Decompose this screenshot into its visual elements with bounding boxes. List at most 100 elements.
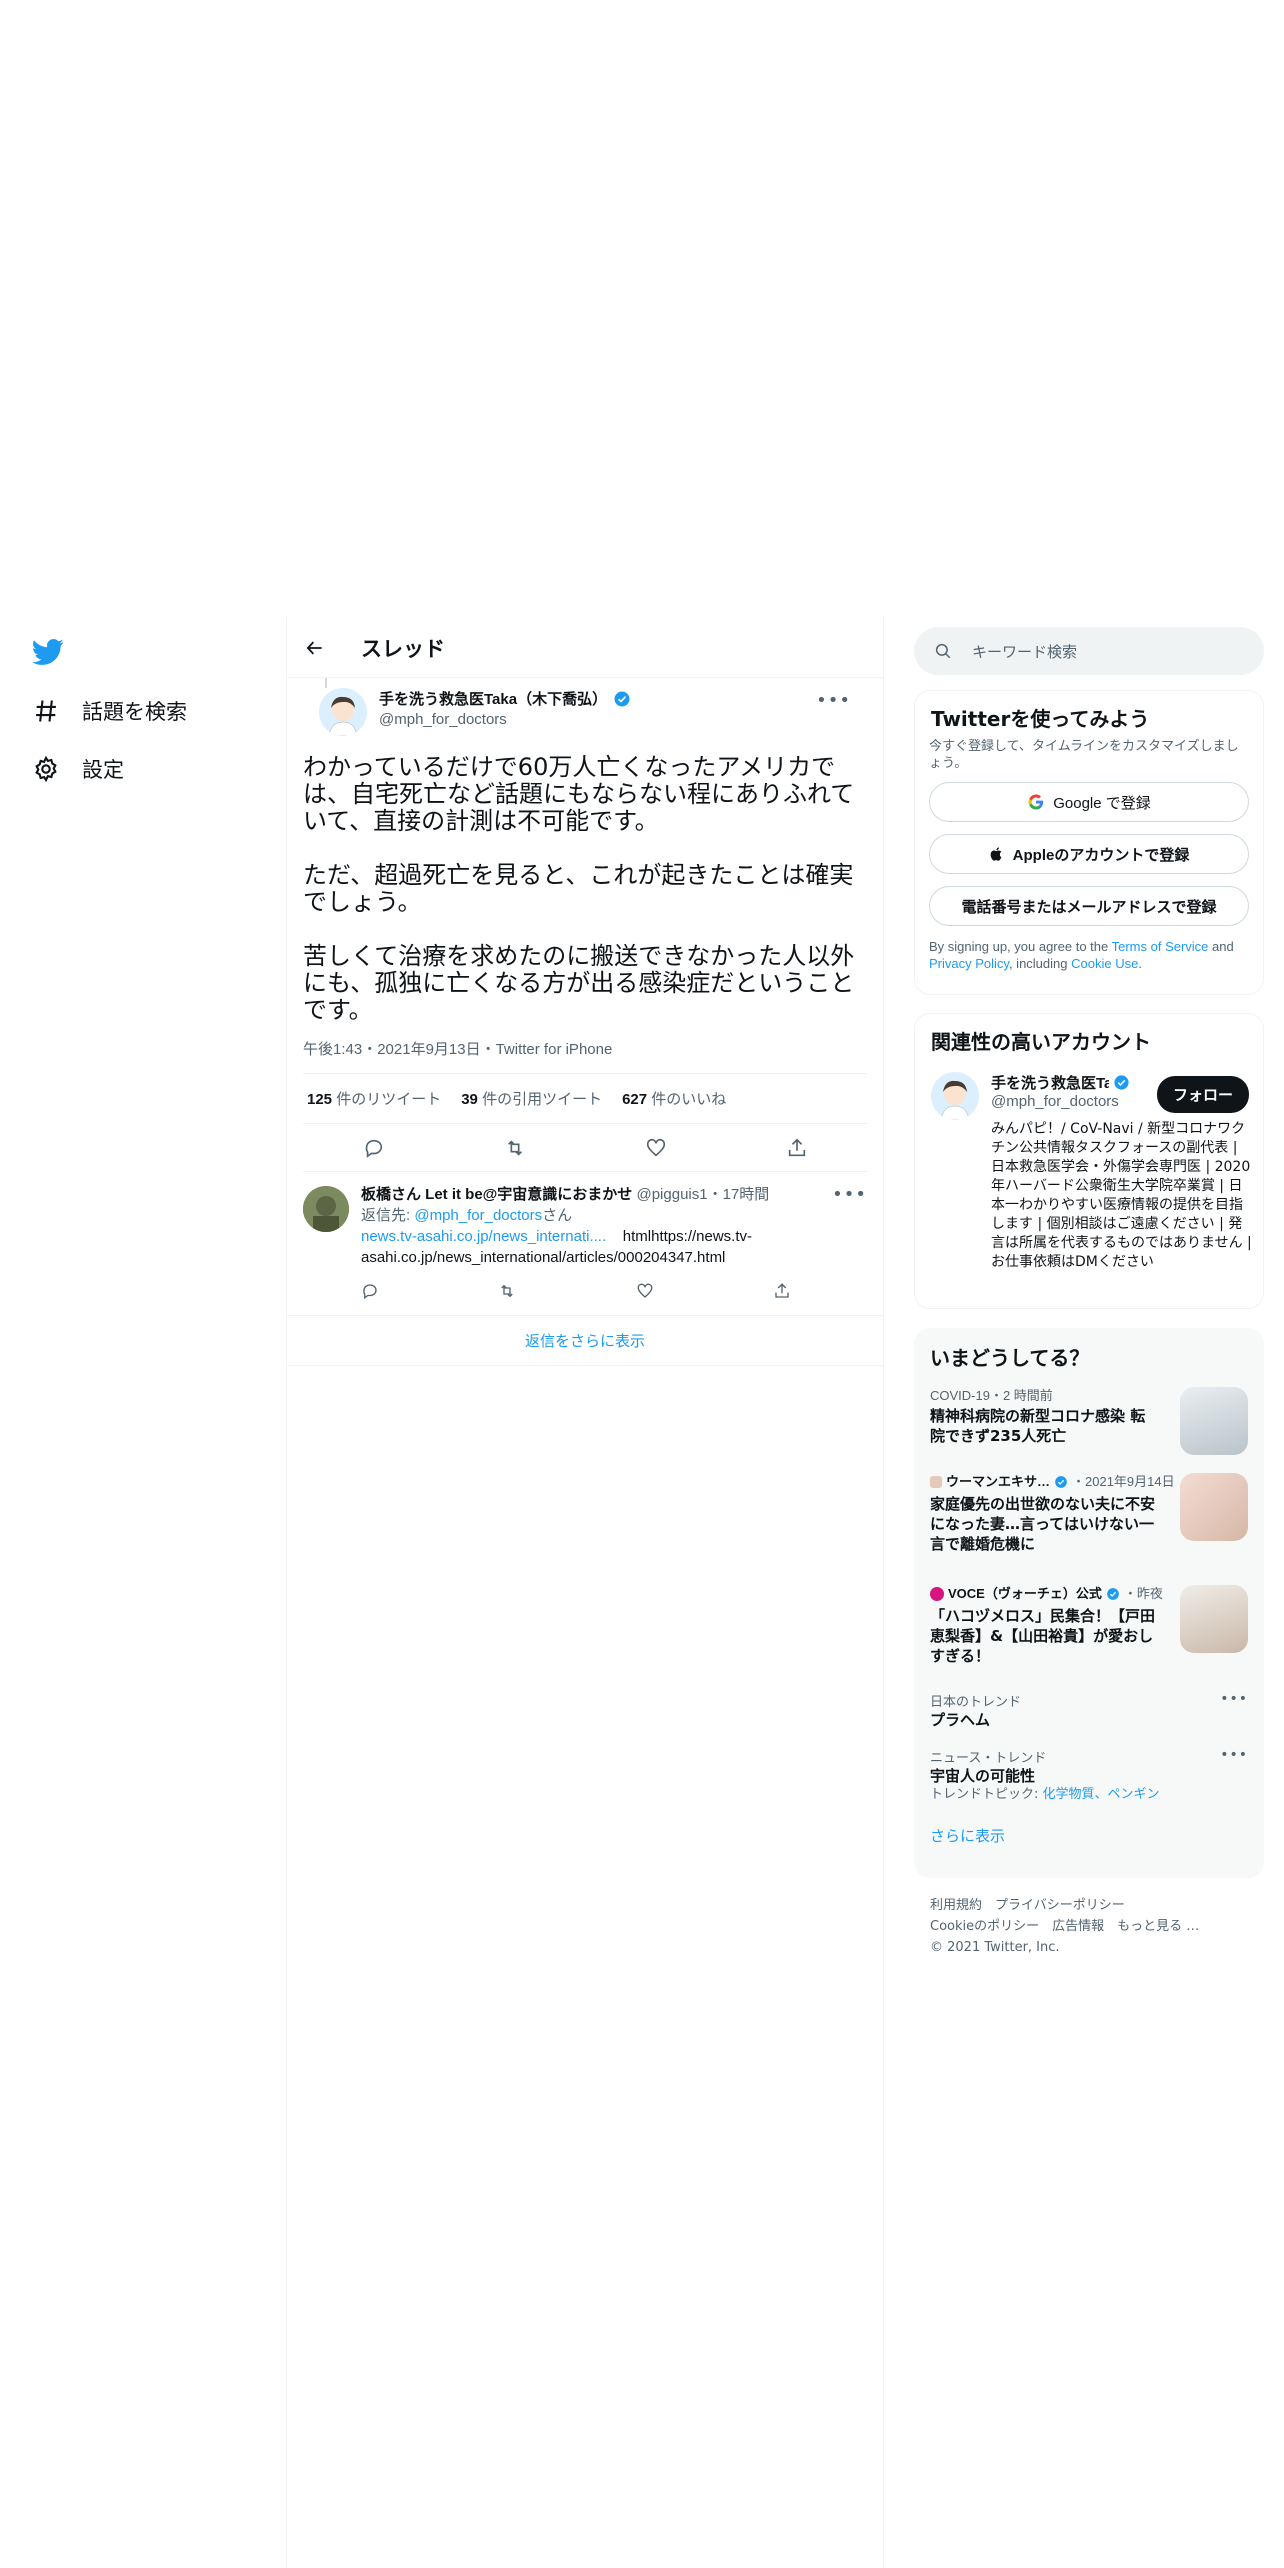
reply-more-options-icon[interactable]: ••• bbox=[832, 1184, 867, 1205]
footer-links-1[interactable]: 利用規約 プライバシーポリシー bbox=[930, 1895, 1250, 1916]
author-avatar[interactable] bbox=[319, 688, 367, 736]
reply-author-handle[interactable]: @pigguis1 bbox=[636, 1186, 707, 1203]
source-logo-icon bbox=[930, 1586, 944, 1601]
trend-more-icon[interactable]: ••• bbox=[1220, 1691, 1248, 1707]
trend-thumbnail bbox=[1180, 1473, 1248, 1541]
trend-topics[interactable]: 化学物質、ペンギン bbox=[1043, 1787, 1160, 1802]
more-options-icon[interactable]: ••• bbox=[816, 690, 851, 711]
retweet-icon[interactable] bbox=[504, 1137, 526, 1159]
follow-button[interactable]: フォロー bbox=[1156, 1076, 1249, 1113]
phone-email-signup-button[interactable]: 電話番号またはメールアドレスで登録 bbox=[929, 886, 1249, 926]
share-icon[interactable] bbox=[773, 1282, 791, 1300]
replying-to-suffix: さん bbox=[542, 1207, 573, 1224]
reply-icon[interactable] bbox=[361, 1282, 379, 1300]
gear-icon bbox=[35, 755, 57, 783]
signup-title: Twitterを使ってみよう bbox=[931, 707, 1150, 731]
reply-link[interactable]: news.tv-asahi.co.jp/news_internati.... bbox=[361, 1228, 606, 1245]
footer-links-2[interactable]: Cookieのポリシー 広告情報 もっと見る … bbox=[930, 1916, 1250, 1937]
signup-subtitle: 今すぐ登録して、タイムラインをカスタマイズしましょう。 bbox=[929, 739, 1239, 771]
nav-settings[interactable]: 設定 bbox=[32, 754, 124, 784]
google-logo-icon bbox=[1028, 794, 1044, 810]
back-arrow-icon[interactable] bbox=[305, 638, 325, 658]
reply-time[interactable]: ・17時間 bbox=[708, 1186, 770, 1203]
trend-item[interactable]: 日本のトレンド プラヘム ••• bbox=[914, 1683, 1264, 1739]
trend-item[interactable]: ウーマンエキサ… ・2021年9月14日 家庭優先の出世欲のない夫に不安になった… bbox=[914, 1463, 1264, 1575]
hashtag-icon bbox=[36, 700, 56, 722]
trend-meta: ニュース・トレンド bbox=[930, 1750, 1047, 1765]
terms-link[interactable]: Terms of Service bbox=[1112, 939, 1209, 954]
replying-to-link[interactable]: @mph_for_doctors bbox=[414, 1207, 542, 1224]
signup-card: Twitterを使ってみよう 今すぐ登録して、タイムラインをカスタマイズしましょ… bbox=[914, 690, 1264, 995]
trend-topics-label: トレンドトピック: bbox=[930, 1787, 1043, 1802]
tweet-stats: 125 件のリツイート 39 件の引用ツイート 627 件のいいね bbox=[303, 1074, 867, 1124]
retweet-icon[interactable] bbox=[498, 1282, 516, 1300]
tweet-timestamp[interactable]: 午後1:43・2021年9月13日・Twitter for iPhone bbox=[303, 1038, 867, 1074]
trend-thumbnail bbox=[1180, 1585, 1248, 1653]
trend-item[interactable]: COVID-19・2 時間前 精神科病院の新型コロナ感染 転院できず235人死亡 bbox=[914, 1377, 1264, 1463]
related-handle[interactable]: @mph_for_doctors bbox=[991, 1093, 1131, 1110]
replying-to-label: 返信先: bbox=[361, 1207, 415, 1224]
trend-title: プラヘム bbox=[930, 1711, 991, 1729]
page-title: スレッド bbox=[361, 636, 445, 661]
apple-signup-button[interactable]: Appleのアカウントで登録 bbox=[929, 834, 1249, 874]
reply-avatar[interactable] bbox=[303, 1186, 349, 1232]
trend-meta: 日本のトレンド bbox=[930, 1694, 1022, 1709]
reply-tweet[interactable]: 板橋さん Let it be@宇宙意識におまかせ @pigguis1・17時間 … bbox=[287, 1172, 883, 1316]
twitter-logo-icon[interactable] bbox=[32, 636, 64, 668]
search-box[interactable]: キーワード検索 bbox=[914, 627, 1264, 675]
source-logo-icon bbox=[930, 1475, 942, 1488]
main-tweet: 手を洗う救急医Taka（木下喬弘） @mph_for_doctors ••• わ… bbox=[287, 678, 883, 1172]
like-icon[interactable] bbox=[636, 1282, 654, 1300]
google-signup-button[interactable]: Google で登録 bbox=[929, 782, 1249, 822]
privacy-link[interactable]: Privacy Policy bbox=[929, 956, 1009, 971]
copyright: © 2021 Twitter, Inc. bbox=[930, 1940, 1060, 1955]
thread-column: スレッド 手を洗う救急医Taka（木下喬弘） @mph_for_doctors … bbox=[286, 618, 884, 2568]
retweets-stat[interactable]: 125 件のリツイート bbox=[307, 1088, 441, 1109]
trend-meta: ・昨夜 bbox=[1123, 1586, 1163, 1601]
related-title: 関連性の高いアカウント bbox=[931, 1030, 1151, 1054]
search-input[interactable]: キーワード検索 bbox=[972, 641, 1077, 662]
verified-badge-icon bbox=[1107, 1587, 1119, 1600]
trend-meta: ・2021年9月14日 bbox=[1072, 1474, 1175, 1489]
trend-more-icon[interactable]: ••• bbox=[1220, 1747, 1248, 1763]
reply-author-name[interactable]: 板橋さん Let it be@宇宙意識におまかせ bbox=[361, 1186, 632, 1203]
thread-header: スレッド bbox=[287, 618, 883, 678]
search-icon bbox=[935, 643, 951, 659]
verified-badge-icon bbox=[1114, 1075, 1129, 1090]
trend-title: 「ハコヅメロス」民集合！【戸田恵梨香】&【山田裕貴】が愛おしすぎる！ bbox=[930, 1607, 1156, 1665]
reply-actions bbox=[361, 1282, 791, 1300]
reply-body: 板橋さん Let it be@宇宙意識におまかせ @pigguis1・17時間 … bbox=[361, 1184, 861, 1268]
related-name[interactable]: 手を洗う救急医Taka bbox=[991, 1072, 1109, 1093]
author-name[interactable]: 手を洗う救急医Taka（木下喬弘） bbox=[379, 688, 607, 709]
trend-title: 宇宙人の可能性 bbox=[930, 1767, 1036, 1785]
nav-explore-label: 話題を検索 bbox=[82, 700, 187, 724]
trend-title: 家庭優先の出世欲のない夫に不安になった妻…言ってはいけない一言で離婚危機に bbox=[930, 1495, 1156, 1553]
trend-item[interactable]: ニュース・トレンド 宇宙人の可能性 トレンドトピック: 化学物質、ペンギン ••… bbox=[914, 1739, 1264, 1813]
show-more-trends-link[interactable]: さらに表示 bbox=[914, 1813, 1264, 1858]
trend-title: 精神科病院の新型コロナ感染 転院できず235人死亡 bbox=[930, 1407, 1146, 1445]
terms-text: By signing up, you agree to the Terms of… bbox=[929, 939, 1234, 971]
like-icon[interactable] bbox=[645, 1137, 667, 1159]
trend-item[interactable]: VOCE（ヴォーチェ）公式 ・昨夜 「ハコヅメロス」民集合！【戸田恵梨香】&【山… bbox=[914, 1575, 1264, 1683]
cookie-link[interactable]: Cookie Use bbox=[1071, 956, 1138, 971]
trend-source: VOCE（ヴォーチェ）公式 bbox=[948, 1586, 1102, 1601]
related-accounts-card: 関連性の高いアカウント 手を洗う救急医Taka @mph_for_doctors… bbox=[914, 1013, 1264, 1309]
nav-settings-label: 設定 bbox=[82, 758, 124, 782]
quotes-stat[interactable]: 39 件の引用ツイート bbox=[461, 1088, 602, 1109]
related-bio: みんパピ！/ CoV-Navi / 新型コロナワクチン公共情報タスクフォースの副… bbox=[991, 1121, 1252, 1270]
google-signup-label: Google で登録 bbox=[1053, 794, 1151, 812]
trend-thumbnail bbox=[1180, 1387, 1248, 1455]
footer: 利用規約 プライバシーポリシー Cookieのポリシー 広告情報 もっと見る …… bbox=[930, 1895, 1250, 1958]
related-avatar[interactable] bbox=[931, 1072, 979, 1120]
share-icon[interactable] bbox=[786, 1137, 808, 1159]
tweet-actions bbox=[303, 1124, 867, 1172]
trends-card: いまどうしてる？ COVID-19・2 時間前 精神科病院の新型コロナ感染 転院… bbox=[914, 1328, 1264, 1878]
reply-icon[interactable] bbox=[363, 1137, 385, 1159]
trends-title: いまどうしてる？ bbox=[930, 1346, 1090, 1370]
apple-signup-label: Appleのアカウントで登録 bbox=[1012, 846, 1190, 864]
likes-stat[interactable]: 627 件のいいね bbox=[622, 1088, 726, 1109]
author-handle[interactable]: @mph_for_doctors bbox=[379, 711, 631, 728]
nav-explore[interactable]: 話題を検索 bbox=[32, 696, 187, 726]
tweet-text: わかっているだけで60万人亡くなったアメリカでは、自宅死亡など話題にもならない程… bbox=[303, 753, 855, 1024]
show-more-replies-button[interactable]: 返信をさらに表示 bbox=[287, 1316, 883, 1366]
